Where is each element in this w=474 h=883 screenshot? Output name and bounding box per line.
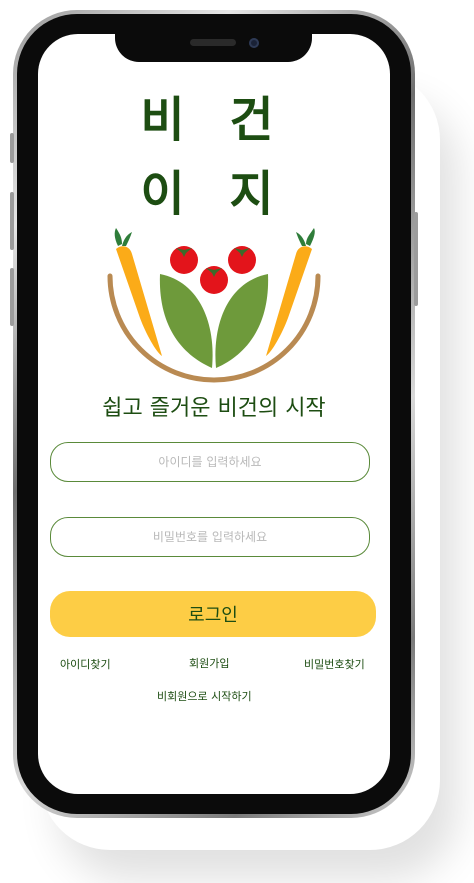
tomato-right-icon: [228, 246, 256, 274]
carrot-right-icon: [266, 228, 315, 356]
tomato-left-icon: [170, 246, 198, 274]
app-title-line-2: 이 지: [140, 166, 288, 222]
tomato-center-icon: [200, 266, 228, 294]
guest-start-link[interactable]: 비회원으로 시작하기: [157, 688, 252, 704]
find-id-link[interactable]: 아이디찾기: [60, 656, 111, 672]
volume-down-button: [10, 268, 14, 326]
app-tagline: 쉽고 즐거운 비건의 시작: [102, 396, 326, 421]
login-button[interactable]: 로그인: [50, 591, 376, 637]
sign-up-link[interactable]: 회원가입: [189, 655, 229, 671]
speaker-grille: [190, 39, 236, 46]
carrot-left-icon: [114, 228, 162, 356]
front-camera-icon: [249, 38, 259, 48]
mute-switch: [10, 133, 14, 163]
volume-up-button: [10, 192, 14, 250]
device-mockup: 비 건 이 지 쉽고 즐거운 비건의 시작 아이디를 입력하세요 로그인 아이디…: [0, 0, 474, 883]
id-input[interactable]: [50, 442, 370, 482]
vegetable-bowl-logo-icon: [107, 228, 321, 383]
power-button: [414, 212, 418, 306]
find-password-link[interactable]: 비밀번호찾기: [304, 656, 365, 672]
app-title-line-1: 비 건: [140, 92, 288, 148]
app-screen: 비 건 이 지 쉽고 즐거운 비건의 시작 아이디를 입력하세요 로그인 아이디…: [38, 34, 390, 794]
password-input[interactable]: [50, 517, 370, 557]
